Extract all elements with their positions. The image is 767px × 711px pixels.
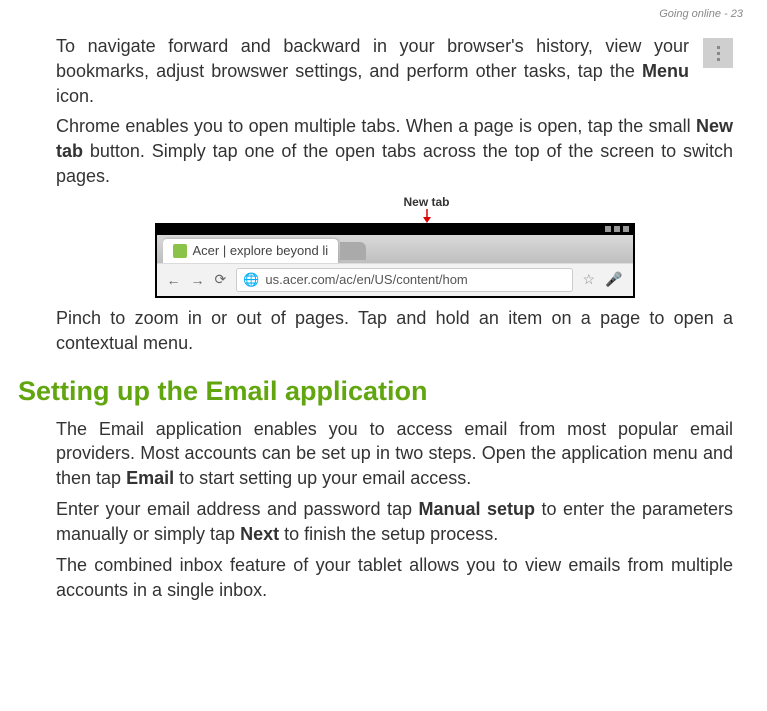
favicon-icon — [173, 244, 187, 258]
page-header: Going online - 23 — [659, 8, 743, 20]
text: Enter your email address and password ta… — [56, 499, 419, 519]
bold-next: Next — [240, 524, 279, 544]
paragraph-email-intro: The Email application enables you to acc… — [56, 417, 733, 491]
bold-menu: Menu — [642, 61, 689, 81]
text: icon. — [56, 86, 94, 106]
paragraph-pinch-zoom: Pinch to zoom in or out of pages. Tap an… — [56, 306, 733, 356]
tab-title: Acer | explore beyond li — [193, 243, 329, 258]
text: to start setting up your email access. — [174, 468, 471, 488]
back-icon[interactable]: ← — [167, 272, 181, 288]
url-text: us.acer.com/ac/en/US/content/hom — [265, 272, 467, 287]
new-tab-button[interactable] — [340, 242, 366, 260]
reload-icon[interactable]: ⟳ — [215, 271, 227, 288]
status-icon — [605, 226, 611, 232]
bold-email: Email — [126, 468, 174, 488]
globe-icon: 🌐 — [243, 272, 259, 288]
star-icon[interactable]: ☆ — [583, 271, 596, 288]
figure-label: New tab — [187, 195, 667, 209]
paragraph-combined-inbox: The combined inbox feature of your table… — [56, 553, 733, 603]
tab-strip: Acer | explore beyond li — [157, 235, 633, 263]
browser-mockup: Acer | explore beyond li ← → ⟳ 🌐 us.acer… — [155, 223, 635, 298]
paragraph-browser-history: To navigate forward and backward in your… — [56, 34, 733, 108]
mic-icon[interactable]: 🎤 — [605, 271, 622, 288]
device-status-bar — [157, 225, 633, 235]
text: Chrome enables you to open multiple tabs… — [56, 116, 696, 136]
bold-manual-setup: Manual setup — [419, 499, 536, 519]
menu-icon — [703, 38, 733, 68]
browser-tab[interactable]: Acer | explore beyond li — [163, 239, 339, 263]
url-field[interactable]: 🌐 us.acer.com/ac/en/US/content/hom — [236, 268, 572, 292]
status-icon — [614, 226, 620, 232]
text: To navigate forward and backward in your… — [56, 36, 689, 81]
figure-browser-tabs: New tab Acer | explore beyond li — [155, 195, 635, 298]
arrow-down-icon — [187, 209, 667, 223]
vertical-dots-icon — [717, 46, 720, 61]
url-bar: ← → ⟳ 🌐 us.acer.com/ac/en/US/content/hom… — [157, 263, 633, 296]
text: button. Simply tap one of the open tabs … — [56, 141, 733, 186]
forward-icon[interactable]: → — [191, 272, 205, 288]
section-heading-email: Setting up the Email application — [18, 376, 733, 407]
status-icon — [623, 226, 629, 232]
paragraph-email-setup: Enter your email address and password ta… — [56, 497, 733, 547]
paragraph-chrome-tabs: Chrome enables you to open multiple tabs… — [56, 114, 733, 188]
text: to finish the setup process. — [279, 524, 498, 544]
